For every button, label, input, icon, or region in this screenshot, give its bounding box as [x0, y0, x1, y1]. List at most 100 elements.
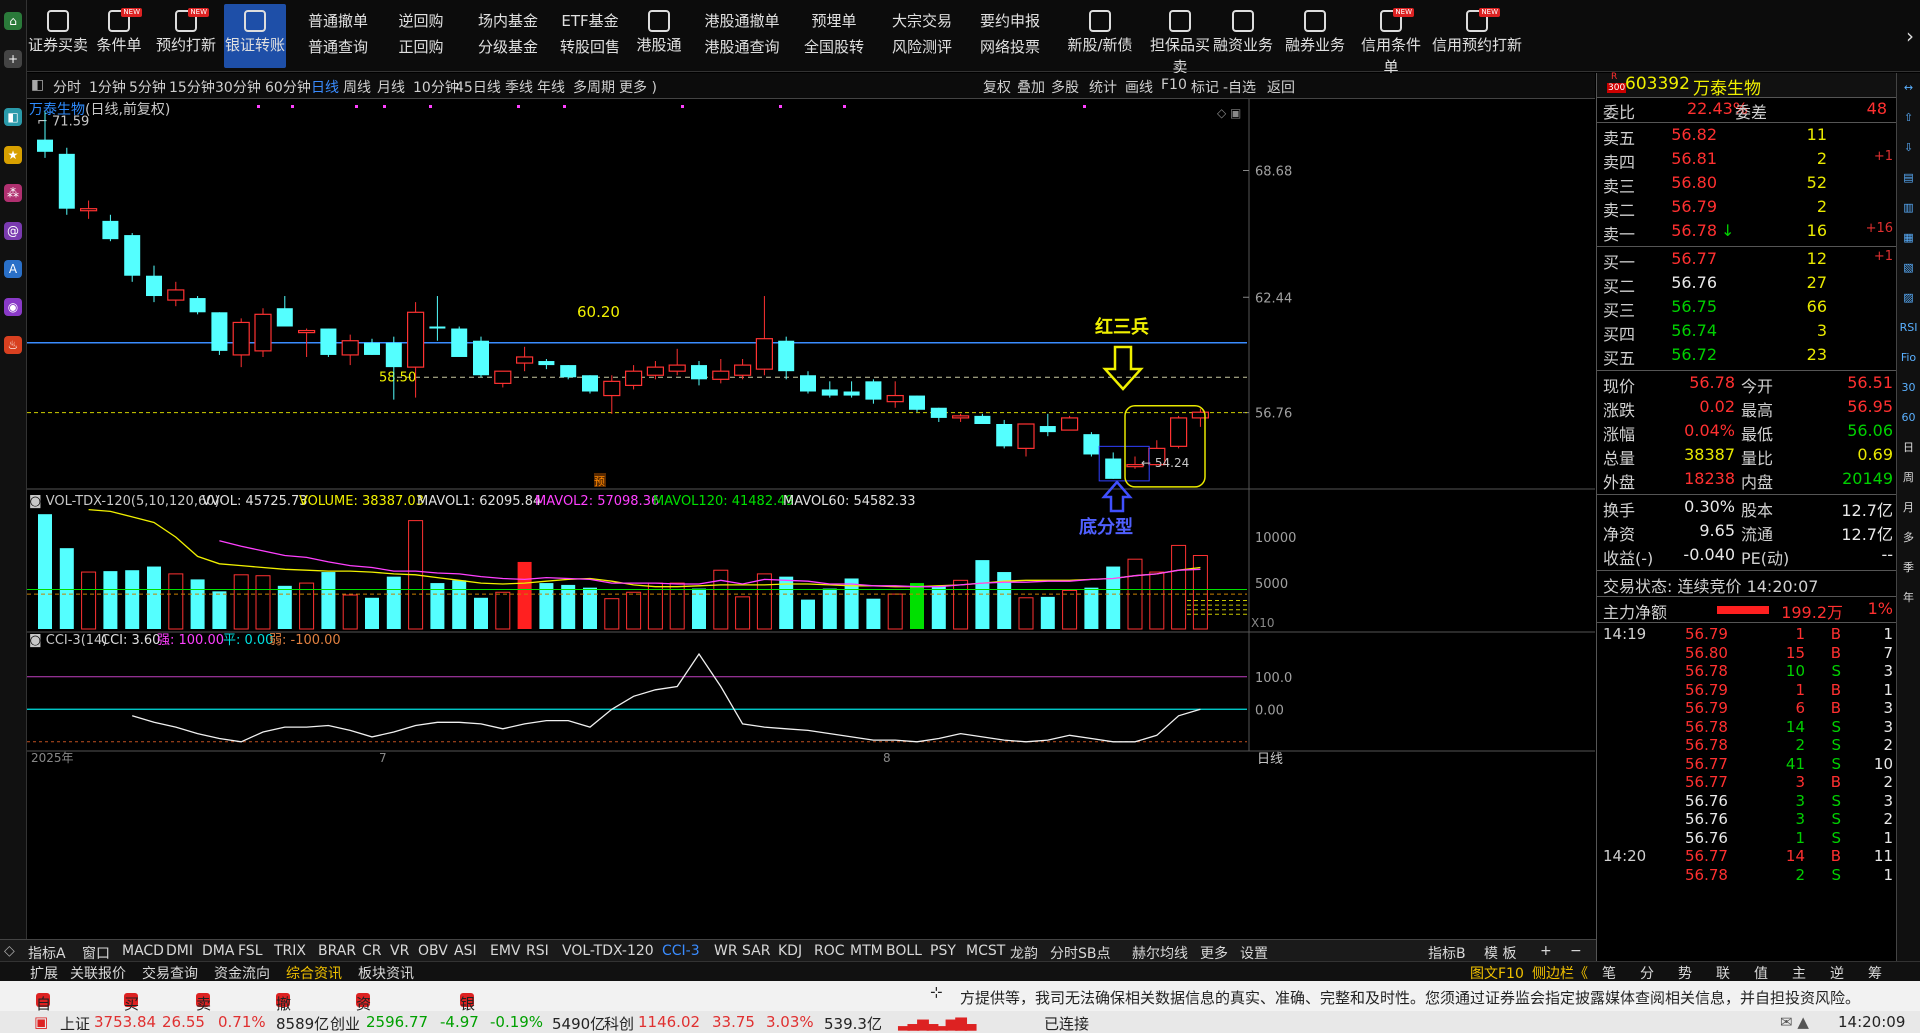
star-icon[interactable]: ★: [4, 146, 22, 164]
indicator-tab-15[interactable]: CCI-3: [662, 943, 700, 959]
side-period-0[interactable]: RSI: [1897, 313, 1920, 343]
side-period-9[interactable]: 年: [1897, 583, 1920, 613]
period-right-4[interactable]: 画线: [1125, 77, 1153, 97]
ext-tab-5[interactable]: 板块资讯: [358, 963, 414, 983]
toolbar-item-5[interactable]: 逆回购 正回购: [384, 4, 458, 68]
side-period-6[interactable]: 月: [1897, 493, 1920, 523]
period-right-2[interactable]: 多股: [1051, 77, 1079, 97]
indicator-tab-5[interactable]: FSL: [238, 943, 263, 959]
share-icon[interactable]: ⁂: [4, 184, 22, 202]
plus-icon[interactable]: +: [4, 50, 22, 68]
indicator-tab-9[interactable]: VR: [390, 943, 409, 959]
indicator-tab-6[interactable]: TRIX: [274, 943, 306, 959]
period-13[interactable]: 多周期: [573, 77, 615, 97]
side-tool-icon[interactable]: ⇩: [1897, 133, 1920, 163]
bid-price[interactable]: 56.76: [1671, 273, 1717, 292]
indicator-tab-3[interactable]: DMI: [166, 943, 193, 959]
side-tool-icon[interactable]: ▦: [1897, 223, 1920, 253]
side-tab-2[interactable]: 笔: [1602, 963, 1616, 983]
ask-price[interactable]: 56.81: [1671, 149, 1717, 168]
period-7[interactable]: 周线: [343, 77, 371, 97]
bid-price[interactable]: 56.77: [1671, 249, 1717, 268]
indicator-b-tab[interactable]: 指标B: [1428, 943, 1466, 963]
side-tab-7[interactable]: 主: [1792, 963, 1806, 983]
period-14[interactable]: 更多 ): [619, 77, 657, 97]
toolbar-item-6[interactable]: 场内基金 分级基金: [462, 4, 554, 68]
side-tab-5[interactable]: 联: [1716, 963, 1730, 983]
side-tool-icon[interactable]: ▥: [1897, 193, 1920, 223]
side-tab-4[interactable]: 势: [1678, 963, 1692, 983]
side-period-4[interactable]: 日: [1897, 433, 1920, 463]
indicator-tab-27[interactable]: 更多: [1200, 943, 1228, 963]
template-tab[interactable]: 模 板: [1484, 943, 1516, 963]
period-3[interactable]: 15分钟: [169, 77, 215, 97]
side-period-1[interactable]: Fio: [1897, 343, 1920, 373]
period-right-3[interactable]: 统计: [1089, 77, 1117, 97]
ext-tab-4[interactable]: 综合资讯: [286, 963, 342, 983]
bid-price[interactable]: 56.74: [1671, 321, 1717, 340]
period-9[interactable]: 10分钟: [413, 77, 459, 97]
indicator-tab-2[interactable]: MACD: [122, 943, 164, 959]
chat-icon[interactable]: ◉: [4, 298, 22, 316]
indicator-tab-12[interactable]: EMV: [490, 943, 521, 959]
period-right-1[interactable]: 叠加: [1017, 77, 1045, 97]
toolbar-item-8[interactable]: 港股通: [628, 4, 690, 68]
indicator-tab-25[interactable]: 分时SB点: [1050, 943, 1111, 963]
period-12[interactable]: 年线: [537, 77, 565, 97]
indicator-tab-20[interactable]: MTM: [850, 943, 883, 959]
chart-settings-icon[interactable]: ◇ ▣: [1217, 106, 1241, 120]
toolbar-item-18[interactable]: NEW 信用预约打新: [1432, 4, 1522, 68]
indicator-tab-0[interactable]: 指标A: [28, 943, 66, 963]
indicator-tab-10[interactable]: OBV: [418, 943, 448, 959]
at-icon[interactable]: @: [4, 222, 22, 240]
toolbar-item-0[interactable]: 证券买卖: [28, 4, 88, 68]
period-0[interactable]: 分时: [53, 77, 81, 97]
indicator-tab-14[interactable]: VOL-TDX-120: [562, 943, 654, 959]
ask-price[interactable]: 56.79: [1671, 197, 1717, 216]
kline-chart-area[interactable]: 万泰生物 (日线,前复权) 68.68 62.44 56.76 ⌐ 71.59 60.20 5…: [27, 99, 1595, 939]
ext-tab-2[interactable]: 交易查询: [142, 963, 198, 983]
ext-tab-0[interactable]: 扩展: [30, 963, 58, 983]
ask-price[interactable]: 56.80: [1671, 173, 1717, 192]
side-tab-9[interactable]: 筹: [1868, 963, 1882, 983]
indicator-tab-4[interactable]: DMA: [202, 943, 234, 959]
period-5[interactable]: 60分钟: [265, 77, 311, 97]
indicator-tab-16[interactable]: WR: [714, 943, 738, 959]
indicator-tab-28[interactable]: 设置: [1240, 943, 1268, 963]
period-right-6[interactable]: 标记: [1191, 77, 1219, 97]
home-icon[interactable]: ⌂: [4, 12, 22, 30]
side-tab-3[interactable]: 分: [1640, 963, 1654, 983]
indicator-tab-21[interactable]: BOLL: [886, 943, 922, 959]
side-tool-icon[interactable]: ▧: [1897, 253, 1920, 283]
toolbar-item-3[interactable]: 银证转账: [224, 4, 286, 68]
toolbar-item-13[interactable]: 新股/新债: [1058, 4, 1142, 68]
indicator-tab-18[interactable]: KDJ: [778, 943, 802, 959]
ext-tab-3[interactable]: 资金流向: [214, 963, 270, 983]
ext-tab-1[interactable]: 关联报价: [70, 963, 126, 983]
toolbar-item-10[interactable]: 预埋单 全国股转: [794, 4, 874, 68]
market-icon[interactable]: ◧: [4, 108, 22, 126]
collapse-icon[interactable]: ◇: [4, 943, 15, 959]
indicator-tab-1[interactable]: 窗口: [82, 943, 110, 963]
period-11[interactable]: 季线: [505, 77, 533, 97]
toolbar-item-9[interactable]: 港股通撤单 港股通查询: [694, 4, 790, 68]
indicator-tab-8[interactable]: CR: [362, 943, 382, 959]
indicator-tab-13[interactable]: RSI: [526, 943, 549, 959]
toolbar-item-4[interactable]: 普通撤单 普通查询: [296, 4, 380, 68]
toolbar-item-1[interactable]: NEW 条件单: [90, 4, 148, 68]
fire-icon[interactable]: ♨: [4, 336, 22, 354]
period-right-0[interactable]: 复权: [983, 77, 1011, 97]
side-tool-icon[interactable]: ▤: [1897, 163, 1920, 193]
toolbar-item-17[interactable]: NEW 信用条件单: [1354, 4, 1428, 76]
side-period-7[interactable]: 多: [1897, 523, 1920, 553]
toolbar-item-15[interactable]: 融资业务: [1212, 4, 1274, 68]
period-4[interactable]: 30分钟: [215, 77, 261, 97]
bid-price[interactable]: 56.72: [1671, 345, 1717, 364]
add-tab-icon[interactable]: ⊹: [930, 983, 943, 1001]
period-right-5[interactable]: F10: [1161, 77, 1187, 93]
toolbar-item-7[interactable]: ETF基金 转股回售: [558, 4, 622, 68]
side-tab-1[interactable]: 侧边栏《: [1532, 963, 1588, 983]
notify-icon[interactable]: ✉ ▲: [1780, 1013, 1809, 1031]
indicator-tab-23[interactable]: MCST: [966, 943, 1005, 959]
side-period-5[interactable]: 周: [1897, 463, 1920, 493]
